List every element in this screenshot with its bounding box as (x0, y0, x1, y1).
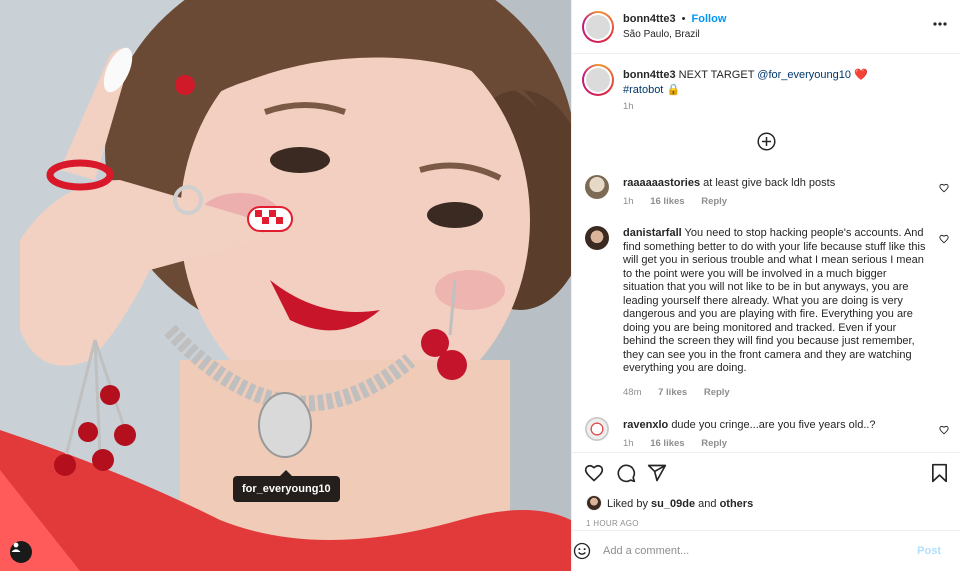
comment-icon[interactable] (616, 463, 636, 483)
header-separator: • (681, 13, 686, 25)
comment-text: ravenxlo dude you cringe...are you five … (623, 419, 928, 433)
comment-meta: 48m 7 likes Reply (623, 387, 744, 398)
caption-meta: 1h (623, 101, 648, 112)
liked-by-prefix: Liked by (607, 498, 648, 510)
caption-time[interactable]: 1h (623, 101, 634, 112)
more-icon[interactable] (933, 22, 947, 26)
lock-emoji: 🔒 (666, 84, 681, 96)
comment-body: You need to stop hacking people's accoun… (623, 227, 926, 374)
comment-text: raaaaaastories at least give back ldh po… (623, 177, 928, 191)
author-avatar[interactable] (582, 11, 614, 43)
heart-icon[interactable] (939, 183, 949, 193)
post-photo[interactable]: for_everyoung10 (0, 0, 571, 571)
bookmark-icon[interactable] (931, 463, 948, 483)
heart-icon[interactable] (584, 463, 604, 483)
post-side-panel: bonn4tte3 • Follow São Paulo, Brazil bon… (571, 0, 960, 571)
comment-time[interactable]: 48m (623, 387, 641, 398)
comment-likes[interactable]: 16 likes (650, 196, 684, 207)
author-username[interactable]: bonn4tte3 (623, 13, 676, 25)
post-actions: Liked by su_09de and others 1 HOUR AGO (572, 452, 960, 530)
post-header: bonn4tte3 • Follow São Paulo, Brazil (572, 0, 960, 54)
comment-body: dude you cringe...are you five years old… (671, 419, 876, 431)
comment-input[interactable]: Add a comment... (603, 545, 689, 557)
tagged-users-button[interactable] (10, 541, 32, 563)
reply-button[interactable]: Reply (701, 438, 727, 449)
caption-avatar[interactable] (582, 64, 614, 96)
person-icon (11, 542, 21, 552)
comment-likes[interactable]: 7 likes (658, 387, 687, 398)
emoji-icon[interactable] (573, 542, 591, 560)
comment-username[interactable]: raaaaaastories (623, 177, 700, 189)
comments-section[interactable]: bonn4tte3 NEXT TARGET @for_everyoung10 ❤… (572, 54, 960, 452)
add-comment-bar: Add a comment... Post (572, 530, 960, 571)
photo-user-tag[interactable]: for_everyoung10 (233, 470, 340, 502)
post-timestamp[interactable]: 1 HOUR AGO (586, 519, 639, 528)
photo-user-tag-label: for_everyoung10 (242, 483, 331, 495)
plus-circle-icon[interactable] (757, 132, 776, 151)
commenter-avatar[interactable] (585, 175, 609, 199)
post-comment-button[interactable]: Post (917, 545, 941, 557)
comment-body: at least give back ldh posts (703, 177, 836, 189)
liked-by-user[interactable]: su_09de (651, 498, 695, 510)
reply-button[interactable]: Reply (704, 387, 730, 398)
post-location[interactable]: São Paulo, Brazil (623, 29, 700, 40)
send-icon[interactable] (647, 463, 667, 483)
heart-icon[interactable] (939, 234, 949, 244)
liked-by-others[interactable]: others (720, 498, 754, 510)
liked-by: Liked by su_09de and others (607, 498, 753, 510)
comment-likes[interactable]: 16 likes (650, 438, 684, 449)
caption-mention[interactable]: @for_everyoung10 (757, 69, 851, 81)
liked-by-avatar[interactable] (586, 495, 602, 511)
follow-button[interactable]: Follow (692, 13, 727, 25)
heart-icon[interactable] (939, 425, 949, 435)
comment-time[interactable]: 1h (623, 196, 634, 207)
heart-emoji: ❤️ (854, 69, 868, 81)
comment-text: danistarfall You need to stop hacking pe… (623, 227, 928, 376)
caption-body: NEXT TARGET (678, 69, 755, 81)
caption-text: bonn4tte3 NEXT TARGET @for_everyoung10 ❤… (623, 68, 928, 98)
reply-button[interactable]: Reply (701, 196, 727, 207)
commenter-avatar[interactable] (585, 417, 609, 441)
comment-meta: 1h 16 likes Reply (623, 438, 741, 449)
liked-by-and: and (698, 498, 717, 510)
comment-username[interactable]: ravenxlo (623, 419, 668, 431)
caption-hashtag[interactable]: #ratobot (623, 84, 663, 96)
commenter-avatar[interactable] (585, 226, 609, 250)
caption-username[interactable]: bonn4tte3 (623, 69, 676, 81)
comment-time[interactable]: 1h (623, 438, 634, 449)
comment-username[interactable]: danistarfall (623, 227, 682, 239)
comment-meta: 1h 16 likes Reply (623, 196, 741, 207)
